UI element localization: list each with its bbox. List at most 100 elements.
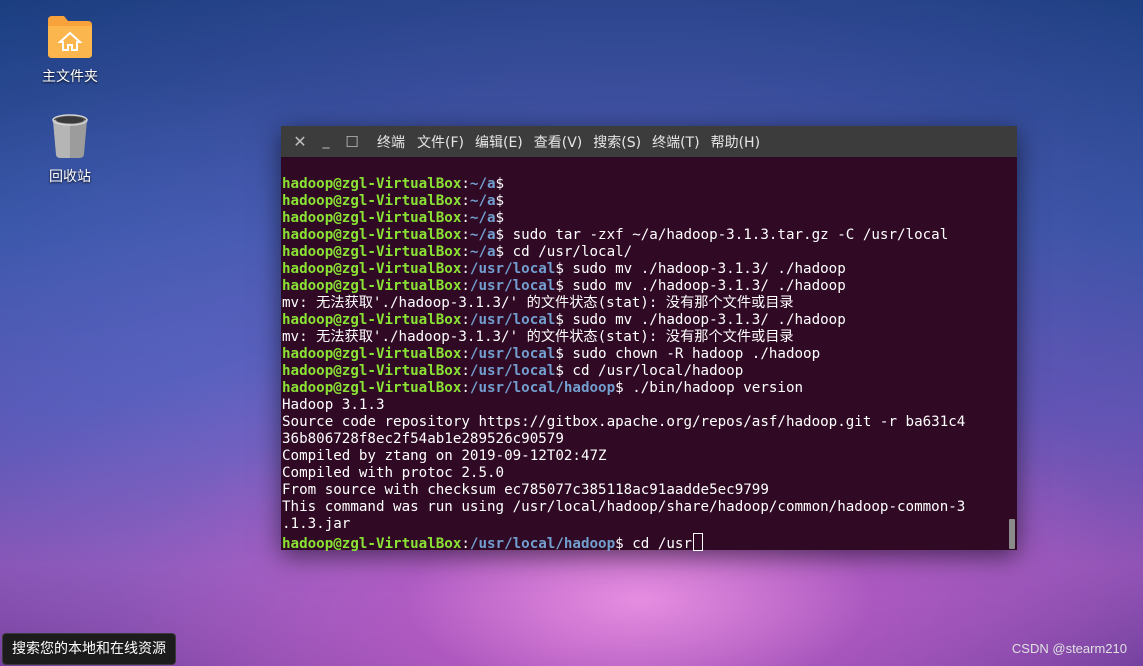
- text-cursor: [693, 533, 704, 551]
- menu-view[interactable]: 查看(V): [534, 132, 583, 152]
- prompt-path: /usr/local/hadoop: [469, 536, 616, 552]
- prompt-user: hadoop@zgl-VirtualBox: [282, 176, 462, 192]
- terminal-line: Compiled by ztang on 2019-09-12T02:47Z: [282, 448, 1004, 465]
- prompt-user: hadoop@zgl-VirtualBox: [282, 363, 462, 379]
- terminal-line: mv: 无法获取'./hadoop-3.1.3/' 的文件状态(stat): 没…: [282, 295, 1004, 312]
- watermark: CSDN @stearm210: [1011, 641, 1127, 656]
- terminal-line: hadoop@zgl-VirtualBox:/usr/local$ sudo m…: [282, 312, 1004, 329]
- prompt-user: hadoop@zgl-VirtualBox: [282, 193, 462, 209]
- prompt-separator: :: [461, 312, 470, 328]
- command-text: $ cd /usr/local/hadoop: [555, 363, 744, 379]
- command-text: $ cd /usr/local/: [495, 244, 633, 260]
- prompt-separator: :: [461, 346, 470, 362]
- terminal-line: Compiled with protoc 2.5.0: [282, 465, 1004, 482]
- trash-icon: [44, 112, 96, 160]
- terminal-line: hadoop@zgl-VirtualBox:/usr/local$ sudo c…: [282, 346, 1004, 363]
- prompt-user: hadoop@zgl-VirtualBox: [282, 227, 462, 243]
- menu-help[interactable]: 帮助(H): [711, 132, 760, 152]
- prompt-path: /usr/local: [469, 312, 556, 328]
- home-folder-icon: [44, 12, 96, 60]
- output-text: Hadoop 3.1.3: [282, 397, 385, 413]
- output-text: From source with checksum ec785077c38511…: [282, 482, 769, 498]
- prompt-path: /usr/local: [469, 278, 556, 294]
- prompt-path: /usr/local: [469, 346, 556, 362]
- output-text: .1.3.jar: [282, 516, 351, 532]
- command-text: $: [495, 176, 505, 192]
- terminal-line: hadoop@zgl-VirtualBox:~/a$ sudo tar -zxf…: [282, 227, 1004, 244]
- terminal-line: hadoop@zgl-VirtualBox:/usr/local$ sudo m…: [282, 278, 1004, 295]
- window-title: 终端: [377, 134, 405, 151]
- menu-search[interactable]: 搜索(S): [593, 132, 641, 152]
- terminal-scrollbar[interactable]: [1009, 519, 1015, 549]
- menu-edit[interactable]: 编辑(E): [475, 132, 523, 152]
- terminal-titlebar[interactable]: ✕ _ ☐ 终端 文件(F) 编辑(E) 查看(V) 搜索(S) 终端(T) 帮…: [281, 126, 1017, 157]
- prompt-path: ~/a: [469, 176, 496, 192]
- command-text: $ sudo mv ./hadoop-3.1.3/ ./hadoop: [555, 261, 846, 277]
- prompt-separator: :: [461, 536, 470, 552]
- terminal-line: Source code repository https://gitbox.ap…: [282, 414, 1004, 431]
- terminal-line: hadoop@zgl-VirtualBox:~/a$: [282, 176, 1004, 193]
- prompt-separator: :: [461, 380, 470, 396]
- output-text: Compiled by ztang on 2019-09-12T02:47Z: [282, 448, 607, 464]
- output-text: This command was run using /usr/local/ha…: [282, 499, 966, 515]
- prompt-separator: :: [461, 363, 470, 379]
- prompt-user: hadoop@zgl-VirtualBox: [282, 536, 462, 552]
- desktop-icon-label: 回收站: [49, 169, 91, 185]
- desktop-icon-label: 主文件夹: [42, 69, 98, 85]
- prompt-user: hadoop@zgl-VirtualBox: [282, 261, 462, 277]
- output-text: mv: 无法获取'./hadoop-3.1.3/' 的文件状态(stat): 没…: [282, 329, 794, 345]
- prompt-user: hadoop@zgl-VirtualBox: [282, 346, 462, 362]
- command-text: $: [495, 210, 505, 226]
- prompt-path: ~/a: [469, 210, 496, 226]
- prompt-path: /usr/local: [469, 363, 556, 379]
- command-text: $ sudo mv ./hadoop-3.1.3/ ./hadoop: [555, 312, 846, 328]
- desktop-icon-trash[interactable]: 回收站: [20, 112, 120, 186]
- prompt-separator: :: [461, 193, 470, 209]
- command-text: $ cd /usr: [615, 536, 693, 552]
- menu-file[interactable]: 文件(F): [417, 132, 464, 152]
- terminal-output[interactable]: hadoop@zgl-VirtualBox:~/a$ hadoop@zgl-Vir…: [282, 176, 1004, 552]
- close-icon[interactable]: ✕: [287, 126, 313, 157]
- terminal-line: hadoop@zgl-VirtualBox:/usr/local$ cd /us…: [282, 363, 1004, 380]
- prompt-path: ~/a: [469, 227, 496, 243]
- terminal-line: hadoop@zgl-VirtualBox:~/a$: [282, 210, 1004, 227]
- minimize-icon[interactable]: _: [313, 126, 339, 157]
- prompt-user: hadoop@zgl-VirtualBox: [282, 244, 462, 260]
- prompt-user: hadoop@zgl-VirtualBox: [282, 380, 462, 396]
- terminal-line: .1.3.jar: [282, 516, 1004, 533]
- command-text: $ ./bin/hadoop version: [615, 380, 804, 396]
- prompt-path: ~/a: [469, 193, 496, 209]
- terminal-line: hadoop@zgl-VirtualBox:~/a$: [282, 193, 1004, 210]
- prompt-separator: :: [461, 244, 470, 260]
- terminal-line: This command was run using /usr/local/ha…: [282, 499, 1004, 516]
- maximize-icon[interactable]: ☐: [339, 126, 365, 157]
- output-text: Compiled with protoc 2.5.0: [282, 465, 505, 481]
- prompt-user: hadoop@zgl-VirtualBox: [282, 210, 462, 226]
- command-text: $ sudo mv ./hadoop-3.1.3/ ./hadoop: [555, 278, 846, 294]
- terminal-line: Hadoop 3.1.3: [282, 397, 1004, 414]
- prompt-user: hadoop@zgl-VirtualBox: [282, 278, 462, 294]
- command-text: $: [495, 193, 505, 209]
- output-text: Source code repository https://gitbox.ap…: [282, 414, 966, 430]
- terminal-line: 36b806728f8ec2f54ab1e289526c90579: [282, 431, 1004, 448]
- prompt-separator: :: [461, 210, 470, 226]
- terminal-line: hadoop@zgl-VirtualBox:/usr/local/hadoop$…: [282, 533, 1004, 552]
- menu-terminal[interactable]: 终端(T): [652, 132, 699, 152]
- prompt-user: hadoop@zgl-VirtualBox: [282, 312, 462, 328]
- terminal-window[interactable]: ✕ _ ☐ 终端 文件(F) 编辑(E) 查看(V) 搜索(S) 终端(T) 帮…: [281, 126, 1017, 552]
- desktop-icon-home-folder[interactable]: 主文件夹: [20, 12, 120, 86]
- prompt-path: /usr/local/hadoop: [469, 380, 616, 396]
- prompt-separator: :: [461, 278, 470, 294]
- output-text: 36b806728f8ec2f54ab1e289526c90579: [282, 431, 564, 447]
- terminal-line: hadoop@zgl-VirtualBox:/usr/local$ sudo m…: [282, 261, 1004, 278]
- command-text: $ sudo chown -R hadoop ./hadoop: [555, 346, 821, 362]
- terminal-line: hadoop@zgl-VirtualBox:~/a$ cd /usr/local…: [282, 244, 1004, 261]
- prompt-path: /usr/local: [469, 261, 556, 277]
- prompt-path: ~/a: [469, 244, 496, 260]
- prompt-separator: :: [461, 227, 470, 243]
- terminal-line: hadoop@zgl-VirtualBox:/usr/local/hadoop$…: [282, 380, 1004, 397]
- prompt-separator: :: [461, 261, 470, 277]
- output-text: mv: 无法获取'./hadoop-3.1.3/' 的文件状态(stat): 没…: [282, 295, 794, 311]
- terminal-line: mv: 无法获取'./hadoop-3.1.3/' 的文件状态(stat): 没…: [282, 329, 1004, 346]
- command-text: $ sudo tar -zxf ~/a/hadoop-3.1.3.tar.gz …: [495, 227, 949, 243]
